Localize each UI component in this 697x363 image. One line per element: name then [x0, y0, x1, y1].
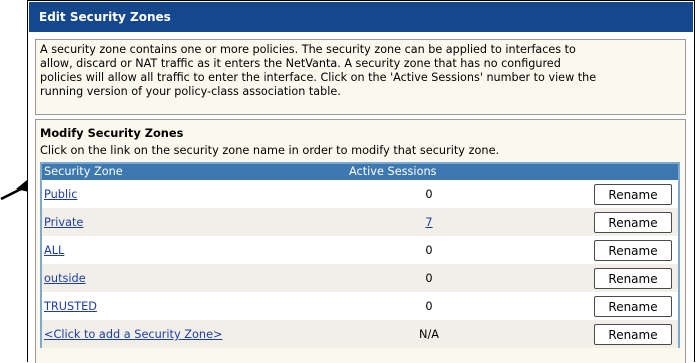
table-row: Public 0 Rename: [42, 180, 678, 208]
pointer-arrow-icon: [0, 178, 30, 204]
zone-link-public[interactable]: Public: [44, 188, 77, 201]
table-row: Private 7 Rename: [42, 208, 678, 236]
rename-button[interactable]: Rename: [594, 324, 672, 345]
description-line: allow, discard or NAT traffic as it ente…: [40, 57, 561, 70]
description-line: running version of your policy-class ass…: [40, 85, 341, 98]
table-header: Security Zone Active Sessions: [42, 164, 678, 180]
section-instruction: Click on the link on the security zone n…: [40, 144, 500, 157]
rename-button[interactable]: Rename: [594, 296, 672, 317]
security-zones-table: Security Zone Active Sessions Public 0 R…: [40, 162, 680, 348]
table-row: outside 0 Rename: [42, 264, 678, 292]
description-box: A security zone contains one or more pol…: [35, 39, 686, 115]
table-row: <Click to add a Security Zone> N/A Renam…: [42, 320, 678, 348]
rename-button[interactable]: Rename: [594, 212, 672, 233]
rename-button[interactable]: Rename: [594, 184, 672, 205]
zone-link-all[interactable]: ALL: [44, 244, 64, 257]
edit-security-zones-panel: Edit Security Zones A security zone cont…: [27, 0, 695, 363]
section-heading: Modify Security Zones: [40, 126, 184, 140]
title-bar: Edit Security Zones: [29, 2, 693, 32]
active-sessions-value: 0: [425, 300, 433, 313]
description-line: policies will allow all traffic to enter…: [40, 71, 597, 84]
active-sessions-link[interactable]: 7: [394, 216, 464, 229]
column-header-active-sessions: Active Sessions: [349, 165, 437, 178]
active-sessions-value: 0: [425, 188, 433, 201]
description-line: A security zone contains one or more pol…: [40, 43, 576, 56]
table-row: TRUSTED 0 Rename: [42, 292, 678, 320]
active-sessions-value: 0: [425, 244, 433, 257]
column-header-security-zone: Security Zone: [44, 165, 123, 178]
page-title: Edit Security Zones: [39, 10, 171, 24]
add-security-zone-link[interactable]: <Click to add a Security Zone>: [44, 328, 222, 341]
zone-link-trusted[interactable]: TRUSTED: [44, 300, 97, 313]
active-sessions-value: 0: [425, 272, 433, 285]
zone-link-outside[interactable]: outside: [44, 272, 86, 285]
rename-button[interactable]: Rename: [594, 240, 672, 261]
modify-security-zones-section: Modify Security Zones Click on the link …: [35, 119, 686, 363]
active-sessions-value: N/A: [419, 328, 439, 341]
table-row: ALL 0 Rename: [42, 236, 678, 264]
zone-link-private[interactable]: Private: [44, 216, 83, 229]
rename-button[interactable]: Rename: [594, 268, 672, 289]
